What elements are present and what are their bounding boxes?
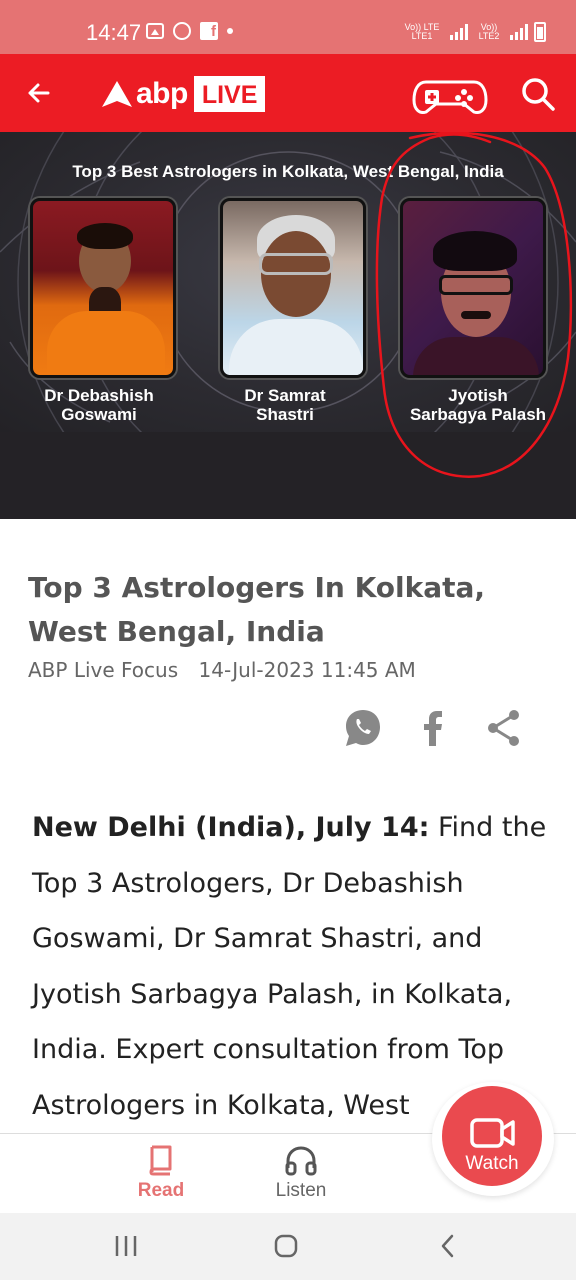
book-icon (149, 1145, 172, 1176)
article-body: New Delhi (India), July 14: Find the Top… (32, 800, 552, 1133)
share-icon[interactable] (484, 706, 524, 750)
article-dateline: New Delhi (India), July 14: (32, 812, 430, 843)
abp-live-logo[interactable]: abp LIVE (100, 74, 266, 114)
network-label-1: Vo)) LTE LTE1 (404, 22, 440, 41)
system-nav-bar (0, 1213, 576, 1280)
status-time: 14:47 (86, 20, 142, 45)
share-row (0, 706, 576, 752)
article-date: 14-Jul-2023 11:45 AM (198, 658, 416, 682)
name-debashish-goswami: Dr Debashish Goswami (14, 386, 184, 424)
article-meta: ABP Live Focus 14-Jul-2023 11:45 AM (28, 658, 416, 682)
recent-apps-icon[interactable] (111, 1231, 141, 1261)
status-bar: 14:47 f Vo)) LTE LTE1 Vo)) LTE2 (0, 0, 576, 54)
portrait-samrat-shastri (220, 198, 366, 378)
logo-text: abp (136, 77, 188, 110)
vpn-icon (173, 22, 191, 40)
name-line-1: Dr Samrat (244, 386, 326, 405)
article-body-text: Find the Top 3 Astrologers, Dr Debashish… (32, 812, 547, 1121)
video-camera-icon (470, 1118, 515, 1148)
notification-icons: f (146, 22, 233, 40)
whatsapp-icon[interactable] (343, 706, 383, 750)
more-notifications-icon (227, 28, 233, 34)
abp-logo-mark-icon (102, 81, 132, 107)
gamepad-icon[interactable] (412, 74, 488, 116)
hero-image[interactable]: Top 3 Best Astrologers in Kolkata, West … (0, 132, 576, 519)
hand-drawn-circle-annotation (375, 132, 573, 478)
signal-icon (450, 24, 468, 40)
facebook-notification-icon: f (200, 22, 218, 40)
name-line-2: Shastri (256, 405, 314, 424)
app-header: abp LIVE (0, 54, 576, 132)
name-samrat-shastri: Dr Samrat Shastri (200, 386, 370, 424)
nav-listen-label: Listen (275, 1180, 327, 1201)
portrait-debashish-goswami (30, 198, 176, 378)
article-author[interactable]: ABP Live Focus (28, 658, 178, 682)
home-icon[interactable] (271, 1231, 301, 1261)
gallery-icon (146, 23, 164, 39)
watch-label: Watch (465, 1153, 519, 1174)
name-line-1: Dr Debashish (44, 386, 154, 405)
search-icon[interactable] (520, 76, 556, 112)
nav-read-label: Read (137, 1180, 185, 1201)
network-label-2: Vo)) LTE2 (478, 22, 500, 41)
watch-button[interactable]: Watch (442, 1086, 542, 1186)
headphones-icon (285, 1146, 317, 1176)
battery-icon (534, 22, 546, 42)
network-status: Vo)) LTE LTE1 Vo)) LTE2 (400, 22, 546, 42)
nav-listen[interactable]: Listen (251, 1144, 351, 1202)
nav-read[interactable]: Read (111, 1144, 211, 1202)
signal-icon-2 (510, 24, 528, 40)
logo-live-badge: LIVE (193, 76, 266, 112)
name-line-2: Goswami (61, 405, 137, 424)
article-title: Top 3 Astrologers In Kolkata, West Benga… (28, 571, 486, 648)
system-back-icon[interactable] (433, 1231, 463, 1261)
back-arrow-icon[interactable] (22, 76, 56, 110)
facebook-icon[interactable] (413, 706, 453, 750)
